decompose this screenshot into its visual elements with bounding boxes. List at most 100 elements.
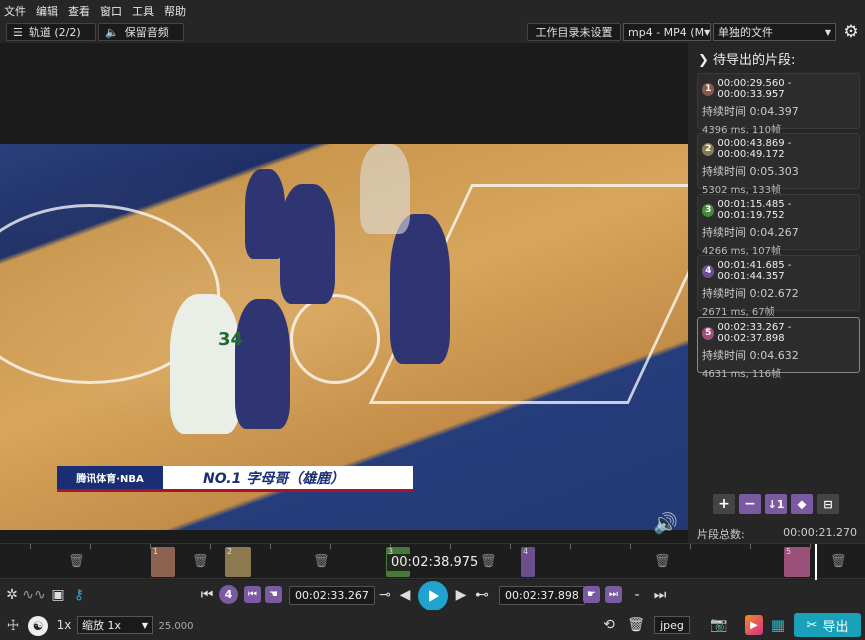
skip-forward-icon: ⏭ (609, 589, 618, 600)
segment-item[interactable]: 2 00:00:43.869 - 00:00:49.172 持续时间 0:05.… (697, 133, 860, 196)
menubar: 文件 编辑 查看 窗口 工具 帮助 (0, 0, 865, 21)
trash-icon[interactable]: 🗑 (830, 554, 847, 569)
camera-icon[interactable]: 📷 (709, 616, 729, 634)
volume-icon[interactable]: 🔊 (653, 511, 678, 535)
jump-start-icon[interactable]: ⏮ (200, 587, 214, 603)
format-select[interactable]: mp4 - MP4 (M ▼ (623, 23, 711, 41)
segment-range: 00:00:43.869 - 00:00:49.172 (717, 138, 792, 160)
settings-icon[interactable]: ✲ (4, 587, 20, 603)
playhead[interactable] (815, 544, 817, 580)
workdir-button[interactable]: 工作目录未设置 (527, 23, 621, 41)
scissors-icon: ✂ (806, 617, 818, 633)
timeline-segment[interactable]: 4 (521, 547, 535, 577)
playback-controls: ✲ ∿∿ ▣ ⚷ ⏮ 4 ⏮ ☚ 00:02:33.267 ⊸ ◀ ▶ ⊷ 00… (0, 580, 865, 611)
timeline-segment[interactable]: 1 (151, 547, 175, 577)
caption-brand: 腾讯体育·NBA (57, 466, 163, 489)
trash-icon[interactable]: 🗑 (68, 554, 85, 569)
video-area: 34 腾讯体育·NBA NO.1 字母哥（雄鹿） (0, 43, 688, 543)
trash-icon[interactable]: 🗑 (480, 554, 497, 569)
theme-icon[interactable]: ☯ (28, 616, 48, 636)
chevron-right-icon[interactable]: ❯ (698, 53, 709, 68)
timeline-tick (750, 544, 751, 549)
zoom-select-value: 缩放 1x (82, 619, 122, 632)
segment-item-selected[interactable]: 5 00:02:33.267 - 00:02:37.898 持续时间 0:04.… (697, 317, 860, 380)
segment-number: 1 (702, 82, 715, 96)
total-value: 00:00:21.270 (783, 526, 857, 539)
remove-segment-button[interactable]: − (739, 494, 761, 514)
skip-back-icon: ⏮ (248, 589, 257, 600)
video-frame[interactable]: 34 腾讯体育·NBA NO.1 字母哥（雄鹿） (0, 144, 688, 530)
segments-title-label: 待导出的片段: (713, 53, 796, 68)
tracks-button[interactable]: ☰ 轨道 (2/2) (6, 23, 96, 41)
cut-end-icon[interactable]: ⊷ (472, 587, 492, 603)
image-icon[interactable]: ▣ (49, 587, 67, 603)
app-logo-icon[interactable]: ▶ (745, 615, 763, 635)
tag-segment-button[interactable]: ⬥ (791, 494, 813, 514)
player (390, 214, 450, 364)
player (170, 294, 240, 434)
trash-icon[interactable]: 🗑 (627, 616, 645, 634)
output-mode-select[interactable]: 单独的文件 ▼ (713, 23, 836, 41)
segment-item[interactable]: 3 00:01:15.485 - 00:01:19.752 持续时间 0:04.… (697, 194, 860, 257)
fps-field[interactable]: 25.000 (158, 618, 194, 634)
hand-icon: ☛ (587, 589, 596, 600)
timeline-tick (270, 544, 271, 549)
timeline-tick (90, 544, 91, 549)
export-label: 导出 (822, 619, 849, 635)
jump-end-icon[interactable]: ⏭ (653, 587, 667, 603)
step-forward-icon[interactable]: ▶ (455, 587, 467, 603)
timeline[interactable]: 🗑 1 🗑 2 🗑 3 🗑 4 🗑 5 🗑 00:02:38.975 (0, 543, 865, 580)
split-icon: ⊟ (823, 497, 833, 511)
toolbar: ☰ 轨道 (2/2) 🔈 保留音频 工作目录未设置 mp4 - MP4 (M ▼… (0, 21, 865, 43)
chevron-down-icon: ▼ (824, 27, 831, 37)
waveform-icon[interactable]: ∿∿ (22, 587, 45, 603)
cut-mode-icon[interactable]: ☩ (4, 617, 22, 635)
segment-end-button[interactable]: ⏭ (605, 586, 622, 603)
segment-item[interactable]: 1 00:00:29.560 - 00:00:33.957 持续时间 0:04.… (697, 73, 860, 136)
cut-start-icon[interactable]: ⊸ (375, 587, 395, 603)
sort-segments-button[interactable]: ↓1 (765, 494, 787, 514)
menu-view[interactable]: 查看 (68, 3, 90, 19)
key-icon[interactable]: ⚷ (71, 587, 87, 603)
speed-label[interactable]: 1x (54, 617, 74, 633)
segment-duration: 持续时间 0:02.672 (702, 287, 799, 300)
menu-file[interactable]: 文件 (4, 3, 26, 19)
split-segment-button[interactable]: ⊟ (817, 494, 839, 514)
play-button[interactable] (418, 581, 448, 611)
menu-edit[interactable]: 编辑 (36, 3, 58, 19)
trash-icon[interactable]: 🗑 (192, 554, 209, 569)
rotate-icon[interactable]: ⟲ (599, 616, 619, 634)
timeline-segment[interactable]: 5 (784, 547, 810, 577)
keep-audio-label: 保留音频 (124, 26, 169, 39)
trash-icon[interactable]: 🗑 (654, 554, 671, 569)
export-button[interactable]: ✂ 导出 (794, 613, 861, 637)
set-start-button[interactable]: ☚ (265, 586, 282, 603)
menu-window[interactable]: 窗口 (100, 3, 122, 19)
add-segment-button[interactable]: + (713, 494, 735, 514)
trash-icon[interactable]: 🗑 (313, 554, 330, 569)
keep-audio-button[interactable]: 🔈 保留音频 (98, 23, 184, 41)
menu-tools[interactable]: 工具 (132, 3, 154, 19)
court-center-circle (290, 294, 380, 384)
segment-item[interactable]: 4 00:01:41.685 - 00:01:44.357 持续时间 0:02.… (697, 255, 860, 318)
gear-icon[interactable]: ⚙ (842, 23, 860, 41)
step-back-icon[interactable]: ◀ (399, 587, 411, 603)
current-segment-badge[interactable]: 4 (219, 585, 238, 604)
calendar-icon[interactable]: ▦ (768, 615, 788, 635)
capture-format-select[interactable]: jpeg (654, 616, 690, 634)
segment-info: 4631 ms, 116帧 (702, 369, 782, 380)
set-end-button[interactable]: ☛ (583, 586, 600, 603)
menu-help[interactable]: 帮助 (164, 3, 186, 19)
timeline-tick (330, 544, 331, 549)
segments-title: ❯ 待导出的片段: (698, 49, 795, 68)
timeline-current-time: 00:02:38.975 (387, 554, 483, 571)
end-time-field[interactable]: 00:02:37.898 (499, 586, 585, 605)
zoom-select[interactable]: 缩放 1x ▼ (77, 616, 153, 634)
timeline-segment[interactable]: 2 (225, 547, 251, 577)
segment-number: 2 (702, 142, 715, 156)
segment-range: 00:01:15.485 - 00:01:19.752 (717, 199, 792, 221)
segment-start-button[interactable]: ⏮ (244, 586, 261, 603)
minus-icon: − (744, 496, 756, 512)
start-time-field[interactable]: 00:02:33.267 (289, 586, 375, 605)
bottom-bar: ☩ ☯ 1x 缩放 1x ▼ 25.000 ⟲ 🗑 jpeg 📷 ▶ ▦ ✂ 导… (0, 610, 865, 640)
